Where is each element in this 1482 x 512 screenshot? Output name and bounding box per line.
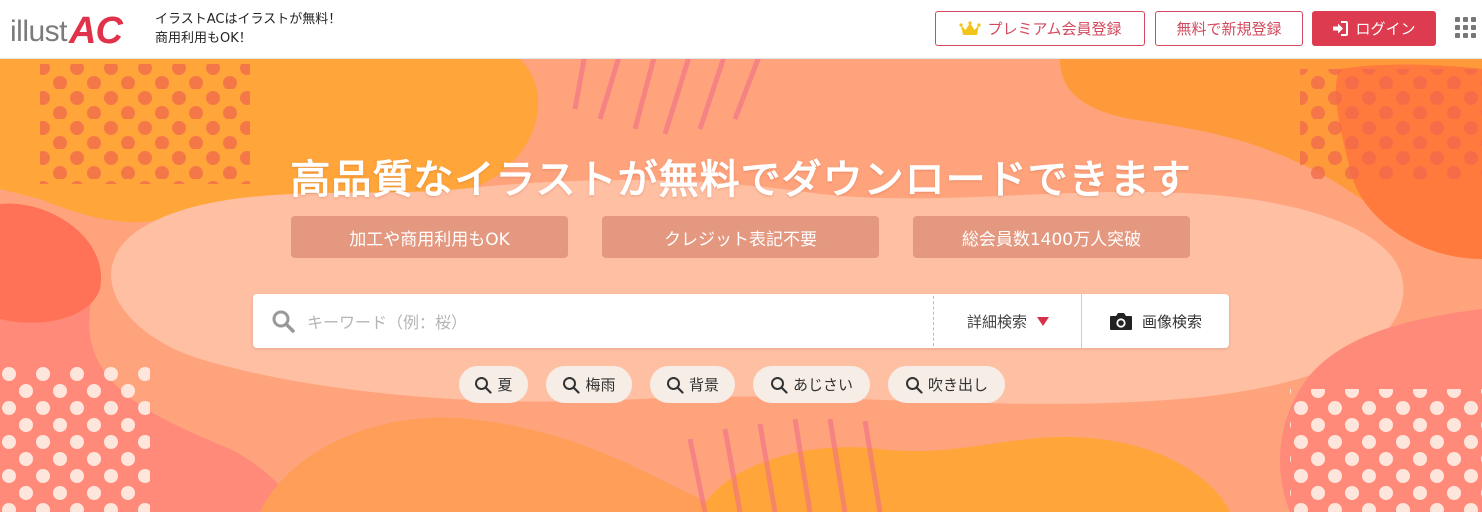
caret-down-icon	[1037, 316, 1049, 326]
tag-chip-rainy-season[interactable]: 梅雨	[546, 366, 632, 403]
tagline-line-2: 商用利用もOK！	[155, 31, 252, 46]
hero-banner: 高品質なイラストが無料でダウンロードできます 加工や商用利用もOK クレジット表…	[0, 59, 1482, 512]
login-icon	[1333, 21, 1349, 36]
tag-chip-hydrangea[interactable]: あじさい	[753, 366, 870, 403]
tag-label: 夏	[497, 376, 513, 394]
search-icon	[563, 376, 581, 394]
free-register-button[interactable]: 無料で新規登録	[1155, 11, 1303, 46]
image-search-label: 画像検索	[1141, 312, 1202, 331]
tagline-line-1: イラストACはイラストが無料！	[155, 12, 342, 27]
logo-illust-text: illust	[10, 15, 68, 48]
hero-background-art	[0, 59, 1482, 512]
grid-menu-icon[interactable]	[1455, 17, 1477, 39]
camera-icon	[1109, 313, 1132, 330]
login-button[interactable]: ログイン	[1312, 11, 1436, 46]
crown-icon	[958, 20, 981, 35]
tag-label: 吹き出し	[927, 376, 988, 394]
tag-label: 背景	[688, 376, 719, 394]
search-icon	[666, 376, 684, 394]
feature-badge-members: 総会員数1400万人突破	[913, 216, 1190, 258]
login-label: ログイン	[1355, 20, 1416, 38]
feature-badge-commercial: 加工や商用利用もOK	[291, 216, 568, 258]
premium-register-button[interactable]: プレミアム会員登録	[935, 11, 1145, 46]
search-icon	[905, 376, 923, 394]
tag-label: あじさい	[792, 376, 853, 394]
search-icon	[475, 376, 493, 394]
tag-label: 梅雨	[585, 376, 616, 394]
logo-ac-text: AC	[69, 10, 123, 52]
search-bar: 詳細検索 画像検索	[253, 294, 1229, 348]
image-search-button[interactable]: 画像検索	[1082, 294, 1229, 348]
advanced-search-label: 詳細検索	[966, 312, 1027, 331]
site-tagline: イラストACはイラストが無料！ 商用利用もOK！	[155, 10, 341, 48]
search-icon	[770, 376, 788, 394]
search-divider-dashed	[933, 296, 934, 346]
tag-chip-summer[interactable]: 夏	[459, 366, 528, 403]
site-header: illust AC イラストACはイラストが無料！ 商用利用もOK！ プレミアム…	[0, 0, 1482, 59]
search-icon	[272, 310, 295, 333]
tag-chip-speech-bubble[interactable]: 吹き出し	[888, 366, 1005, 403]
advanced-search-toggle[interactable]: 詳細検索	[935, 294, 1081, 348]
site-logo[interactable]: illust AC	[10, 8, 123, 52]
premium-register-label: プレミアム会員登録	[987, 20, 1122, 38]
tag-chip-background[interactable]: 背景	[650, 366, 735, 403]
search-input[interactable]	[305, 302, 929, 342]
hero-headline: 高品質なイラストが無料でダウンロードできます	[290, 157, 1192, 203]
free-register-label: 無料で新規登録	[1176, 20, 1282, 38]
feature-badge-no-credit: クレジット表記不要	[602, 216, 879, 258]
